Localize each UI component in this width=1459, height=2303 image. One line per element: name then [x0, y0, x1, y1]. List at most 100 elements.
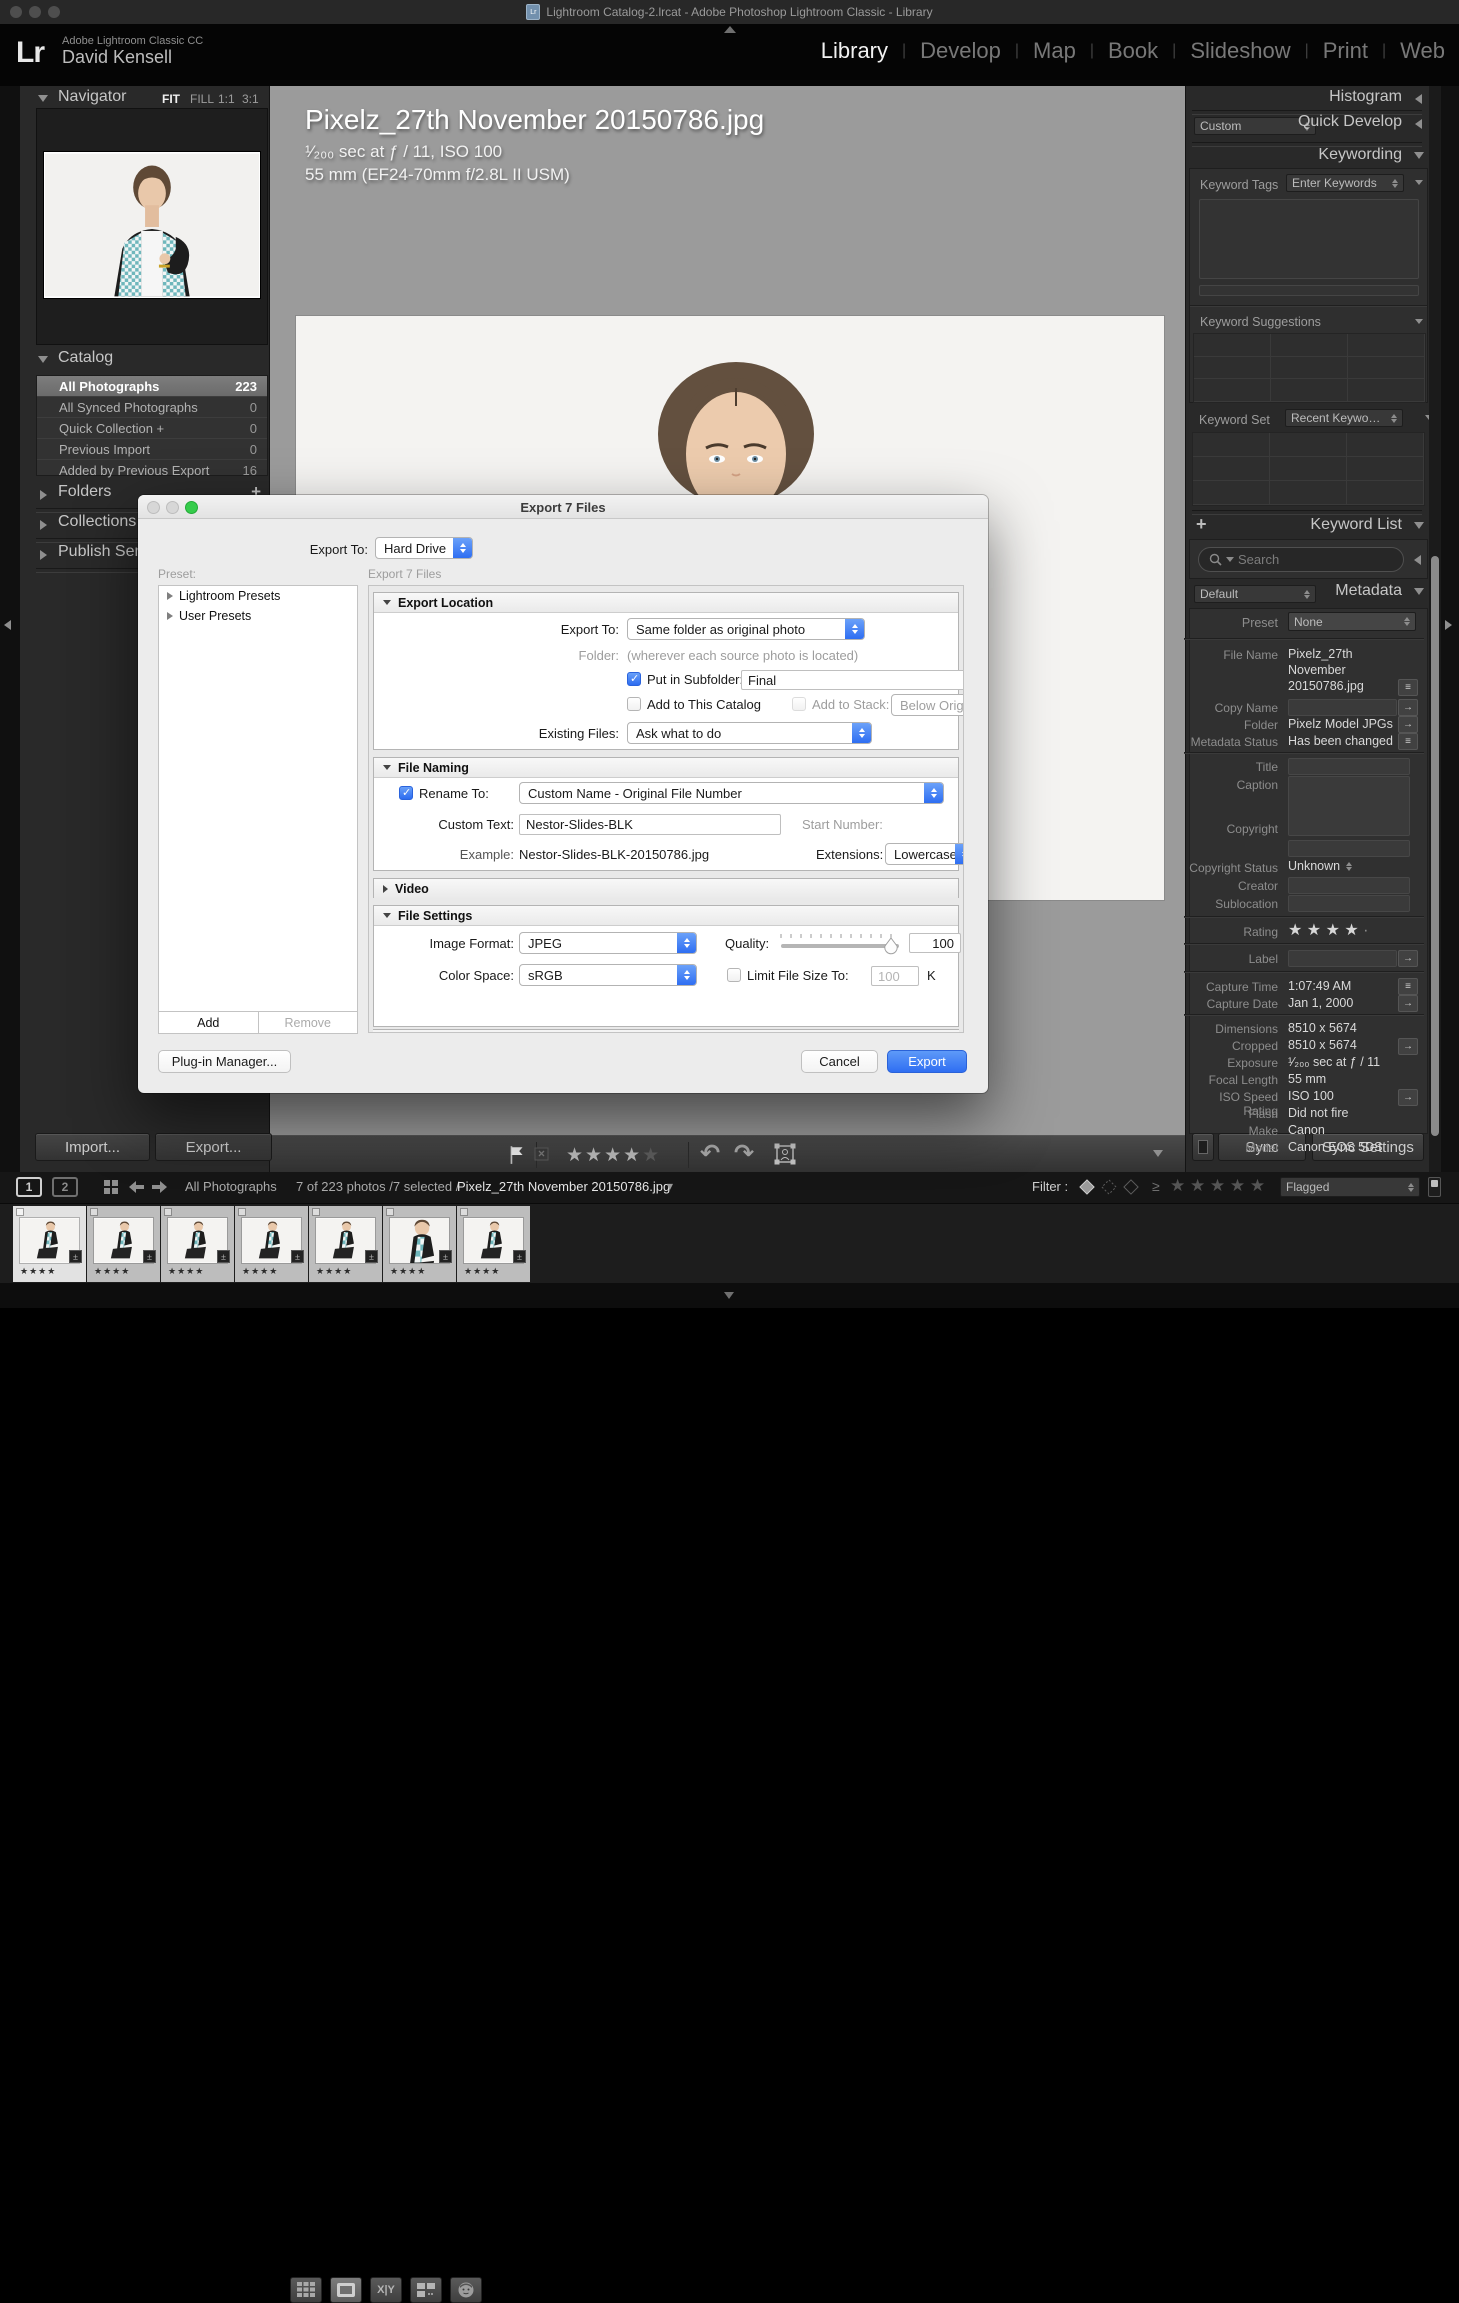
module-slideshow[interactable]: Slideshow — [1176, 38, 1304, 64]
metadata-preset-dropdown[interactable]: None — [1288, 612, 1416, 631]
keywording-title[interactable]: Keywording — [1318, 146, 1402, 164]
keywording-collapse-icon[interactable] — [1414, 152, 1424, 159]
filter-gte-icon[interactable]: ≥ — [1152, 1178, 1160, 1194]
histogram-title[interactable]: Histogram — [1329, 88, 1402, 106]
export-main-button[interactable]: Export... — [155, 1133, 272, 1161]
add-to-stack-checkbox[interactable] — [792, 697, 806, 711]
quick-develop-expand-icon[interactable] — [1415, 119, 1422, 129]
thumb-flag-icon[interactable] — [312, 1208, 320, 1216]
keyword-tags-menu-icon[interactable] — [1415, 180, 1423, 185]
search-expand-icon[interactable] — [1414, 555, 1421, 565]
thumb-badge-icon[interactable]: ± — [439, 1250, 452, 1263]
folders-expand-icon[interactable] — [40, 490, 47, 500]
people-view-button[interactable] — [450, 2277, 482, 2303]
module-develop[interactable]: Develop — [906, 38, 1015, 64]
filter-flag-reject-icon[interactable] — [1122, 1178, 1140, 1201]
keyword-tags-textarea[interactable] — [1199, 199, 1419, 279]
thumb-flag-icon[interactable] — [386, 1208, 394, 1216]
keyword-entry-field[interactable] — [1199, 285, 1419, 296]
put-in-subfolder-checkbox[interactable] — [627, 672, 641, 686]
filmstrip-current-file[interactable]: Pixelz_27th November 20150786.jpg — [457, 1179, 670, 1194]
filter-mode-dropdown[interactable]: Flagged — [1280, 1177, 1420, 1197]
rename-to-checkbox[interactable] — [399, 786, 413, 800]
keyword-set-dropdown[interactable]: Recent Keywo… — [1285, 409, 1403, 427]
filmstrip-thumb-3[interactable]: ± ★★★★ — [161, 1206, 234, 1282]
folders-title[interactable]: Folders — [58, 483, 111, 501]
video-header[interactable]: Video — [374, 879, 958, 898]
rotate-left-button[interactable]: ↶ — [700, 1139, 720, 1168]
bottom-panel-collapse-icon[interactable] — [724, 1292, 734, 1299]
limit-file-size-checkbox[interactable] — [727, 968, 741, 982]
metadata-collapse-icon[interactable] — [1414, 588, 1424, 595]
custom-text-field[interactable]: Nestor-Slides-BLK — [519, 814, 781, 835]
thumb-badge-icon[interactable]: ± — [365, 1250, 378, 1263]
filmstrip-thumb-5[interactable]: ± ★★★★ — [309, 1206, 382, 1282]
toolbar-rating[interactable]: ★★★★ ★ — [566, 1144, 661, 1167]
cancel-button[interactable]: Cancel — [801, 1050, 878, 1073]
catalog-item-previous-import[interactable]: Previous Import 0 — [37, 438, 267, 459]
navigator-mode-fill[interactable]: FILL — [190, 92, 214, 106]
left-edge-strip[interactable] — [0, 86, 20, 1172]
rotate-right-button[interactable]: ↷ — [734, 1139, 754, 1168]
previous-photo-button[interactable] — [128, 1180, 144, 1199]
file-name-edit-icon[interactable]: ≡ — [1398, 679, 1418, 696]
thumb-rating[interactable]: ★★★★ — [390, 1266, 426, 1277]
quality-value-field[interactable]: 100 — [909, 933, 961, 953]
metadata-copy-name-field[interactable] — [1288, 699, 1397, 716]
filter-stars[interactable]: ★ ★ ★ ★ ★ — [1170, 1176, 1265, 1196]
thumb-badge-icon[interactable]: ± — [291, 1250, 304, 1263]
limit-size-field[interactable]: 100 — [871, 966, 919, 986]
right-panel-collapse-icon[interactable] — [1445, 620, 1452, 630]
thumb-flag-icon[interactable] — [238, 1208, 246, 1216]
disclosure-icon[interactable] — [167, 612, 173, 620]
export-to-dropdown[interactable]: Same folder as original photo — [627, 618, 865, 640]
catalog-item-quick-collection[interactable]: Quick Collection + 0 — [37, 417, 267, 438]
keyword-suggestions-grid[interactable] — [1193, 333, 1426, 403]
metadata-mode-dropdown[interactable]: Default — [1194, 585, 1316, 603]
stack-position-dropdown[interactable]: Below Original — [891, 694, 964, 716]
metadata-copyright-status-value[interactable]: Unknown — [1288, 859, 1352, 873]
thumb-flag-icon[interactable] — [164, 1208, 172, 1216]
left-panel-collapse-icon[interactable] — [4, 620, 11, 630]
keyword-list-add-icon[interactable]: + — [1196, 514, 1207, 535]
filmstrip-source[interactable]: All Photographs — [185, 1179, 277, 1194]
dialog-export-to-dropdown[interactable]: Hard Drive — [375, 537, 473, 559]
label-go-icon[interactable]: → — [1398, 950, 1418, 967]
rename-to-dropdown[interactable]: Custom Name - Original File Number — [519, 782, 944, 804]
thumb-rating[interactable]: ★★★★ — [94, 1266, 130, 1277]
module-library[interactable]: Library — [807, 38, 902, 64]
thumb-badge-icon[interactable]: ± — [513, 1250, 526, 1263]
filmstrip-thumb-4[interactable]: ± ★★★★ — [235, 1206, 308, 1282]
next-photo-button[interactable] — [152, 1180, 168, 1199]
metadata-label-field[interactable] — [1288, 950, 1397, 967]
metadata-rating-stars[interactable]: ★ ★ ★ ★ · — [1288, 920, 1369, 940]
crop-overlay-button[interactable] — [774, 1143, 796, 1170]
catalog-item-all-photographs[interactable]: All Photographs 223 — [37, 376, 267, 396]
catalog-item-synced[interactable]: All Synced Photographs 0 — [37, 396, 267, 417]
flag-reject-icon[interactable] — [534, 1147, 550, 1169]
thumb-badge-icon[interactable]: ± — [69, 1250, 82, 1263]
histogram-expand-icon[interactable] — [1415, 94, 1422, 104]
navigator-preview[interactable] — [36, 108, 268, 345]
module-map[interactable]: Map — [1019, 38, 1090, 64]
thumb-rating[interactable]: ★★★★ — [20, 1266, 56, 1277]
metadata-sublocation-field[interactable] — [1288, 895, 1410, 912]
top-panel-collapse-icon[interactable] — [724, 26, 736, 33]
metadata-title-field[interactable] — [1288, 758, 1410, 775]
grid-view-shortcut-icon[interactable] — [104, 1180, 119, 1200]
image-format-dropdown[interactable]: JPEG — [519, 932, 697, 954]
subfolder-field[interactable]: Final — [741, 670, 964, 690]
metadata-title[interactable]: Metadata — [1335, 582, 1402, 600]
settings-scroll-area[interactable]: Export Location Export To: Same folder a… — [368, 585, 964, 1033]
scrollbar-thumb[interactable] — [1431, 556, 1439, 1136]
quick-develop-title[interactable]: Quick Develop — [1298, 113, 1402, 131]
keyword-search-field[interactable]: Search — [1198, 547, 1404, 572]
keyword-suggestions-collapse-icon[interactable] — [1415, 319, 1423, 324]
catalog-item-added-by-export[interactable]: Added by Previous Export 16 — [37, 459, 267, 480]
navigator-mode-3-1[interactable]: 3:1 — [242, 92, 259, 106]
folder-go-icon[interactable]: → — [1398, 716, 1418, 733]
toolbar-options-icon[interactable] — [1153, 1150, 1163, 1157]
filter-flag-unflagged-icon[interactable] — [1100, 1178, 1118, 1201]
thumb-badge-icon[interactable]: ± — [217, 1250, 230, 1263]
collections-title[interactable]: Collections — [58, 513, 136, 531]
